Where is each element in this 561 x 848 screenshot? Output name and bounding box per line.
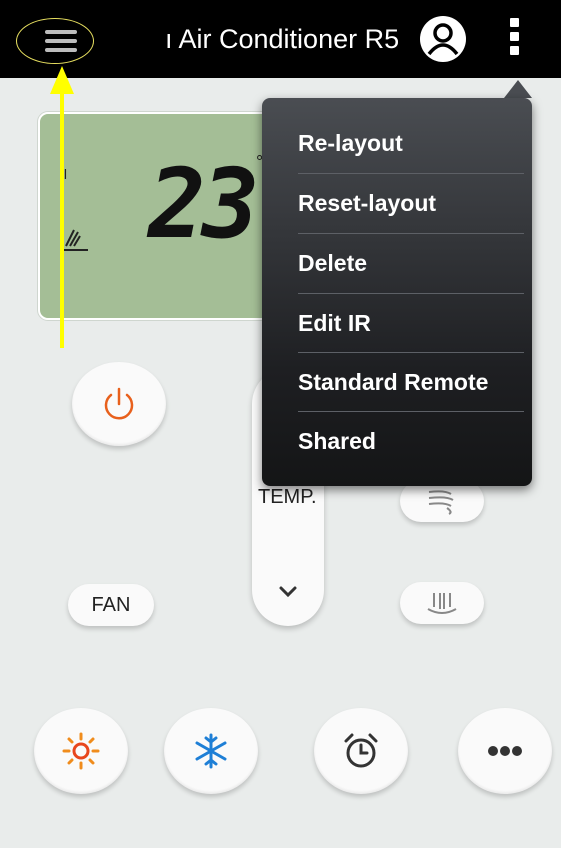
temp-label: TEMP.: [258, 486, 317, 508]
temperature-readout: 23: [148, 148, 260, 260]
menu-item-edit-ir[interactable]: Edit IR: [298, 294, 528, 353]
heat-mode-button[interactable]: [34, 708, 128, 794]
swing-horizontal-icon: [427, 593, 457, 614]
timer-button[interactable]: [314, 708, 408, 794]
more-button[interactable]: [458, 708, 552, 794]
user-icon: [427, 23, 459, 56]
more-vertical-icon[interactable]: [506, 18, 522, 66]
app-title: ı Air Conditioner R5: [165, 24, 400, 54]
menu-item-reset-layout[interactable]: Reset-layout: [298, 174, 528, 233]
fan-button[interactable]: FAN: [68, 584, 154, 626]
swing-mode-icon: [60, 224, 90, 259]
swing-vertical-icon: [428, 490, 454, 515]
temp-down-button[interactable]: [270, 574, 306, 610]
sun-icon: [62, 732, 100, 770]
cool-mode-button[interactable]: [164, 708, 258, 794]
fan-label: FAN: [91, 593, 131, 616]
overflow-menu: Re-layout Reset-layout Delete Edit IR St…: [262, 98, 532, 486]
top-app-bar: ı Air Conditioner R5: [0, 0, 561, 78]
chevron-down-icon: [279, 586, 297, 598]
menu-item-delete[interactable]: Delete: [298, 234, 528, 293]
user-button[interactable]: [420, 16, 466, 62]
swing-horizontal-button[interactable]: [400, 582, 484, 624]
menu-item-shared[interactable]: Shared: [298, 412, 528, 471]
menu-item-standard-remote[interactable]: Standard Remote: [298, 353, 528, 412]
annotation-arrow: [60, 86, 64, 348]
dropdown-pointer: [504, 80, 532, 98]
alarm-clock-icon: [344, 733, 378, 768]
menu-item-relayout[interactable]: Re-layout: [298, 114, 528, 173]
power-button[interactable]: [72, 362, 166, 446]
snowflake-icon: [195, 733, 227, 769]
swing-vertical-button[interactable]: [400, 480, 484, 522]
menu-button[interactable]: [16, 18, 94, 64]
more-horizontal-icon: [488, 746, 522, 756]
power-icon: [104, 387, 134, 420]
